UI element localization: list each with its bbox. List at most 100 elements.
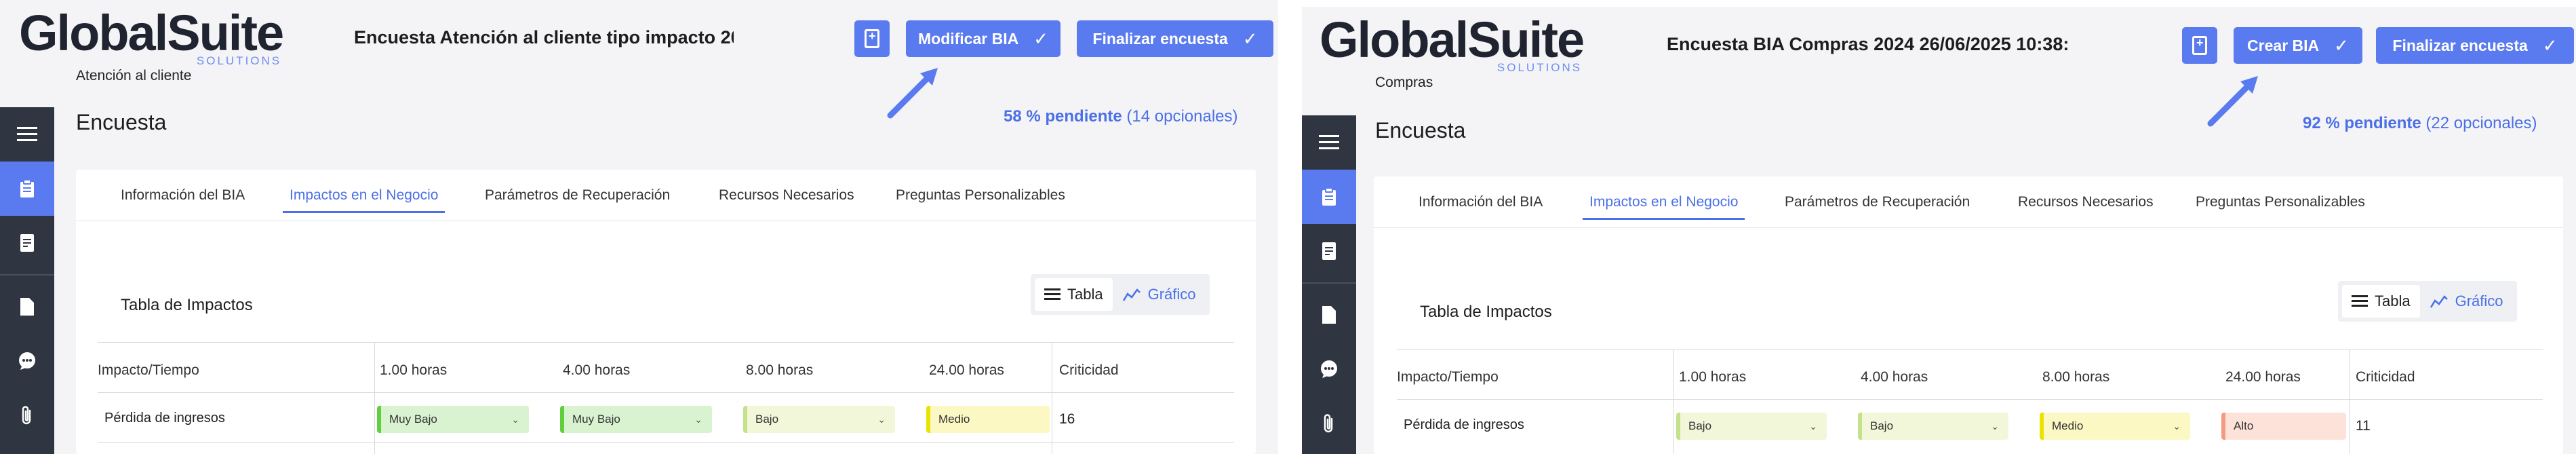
table-top-border — [98, 342, 1234, 343]
toggle-chart-button[interactable]: Gráfico — [2420, 285, 2513, 318]
export-document-button[interactable] — [2182, 27, 2217, 64]
sidebar — [0, 107, 54, 454]
impact-select-4h[interactable]: Muy Bajo ⌄ — [560, 406, 712, 433]
table-divider — [1673, 349, 1674, 454]
chevron-down-icon: ⌄ — [1991, 420, 1999, 432]
sidebar-item-attachments[interactable] — [0, 388, 54, 442]
impact-select-24h[interactable]: Medio — [926, 406, 1050, 433]
pending-percent: 58 % pendiente — [1004, 107, 1122, 126]
header-impact-time: Impacto/Tiempo — [1397, 369, 1499, 385]
export-document-button[interactable] — [854, 20, 890, 57]
tab-resources[interactable]: Recursos Necesarios — [2018, 194, 2154, 210]
impact-level: Bajo — [1688, 419, 1712, 432]
impact-select-8h[interactable]: Medio ⌄ — [2040, 413, 2190, 440]
hamburger-icon — [1319, 135, 1339, 149]
chat-icon — [19, 352, 35, 370]
modify-bia-label: Modificar BIA — [917, 29, 1019, 48]
annotation-arrow-icon — [887, 68, 938, 119]
globalsuite-logo[interactable]: GlobalSuite SOLUTIONS — [19, 5, 284, 68]
file-icon — [20, 298, 34, 316]
finalize-survey-button[interactable]: Finalizar encuesta ✓ — [1077, 20, 1273, 57]
clipboard-icon — [20, 179, 34, 197]
chevron-down-icon: ⌄ — [877, 413, 886, 425]
chevron-down-icon: ⌄ — [2173, 420, 2181, 432]
header-criticity: Criticidad — [1059, 362, 1119, 378]
line-chart-icon — [2430, 295, 2448, 308]
toggle-chart-button[interactable]: Gráfico — [1113, 278, 1206, 311]
sidebar-item-attachments[interactable] — [1302, 396, 1356, 451]
impact-select-1h[interactable]: Muy Bajo ⌄ — [377, 406, 529, 433]
header-criticity: Criticidad — [2356, 369, 2415, 385]
pending-optional: (22 opcionales) — [2425, 114, 2537, 132]
sidebar-menu-button[interactable] — [1302, 115, 1356, 170]
create-bia-label: Crear BIA — [2247, 36, 2320, 54]
impact-level: Bajo — [1870, 419, 1894, 432]
sidebar-item-reports[interactable] — [1302, 224, 1356, 278]
toggle-chart-label: Gráfico — [2455, 292, 2503, 309]
toggle-table-button[interactable]: Tabla — [2342, 285, 2420, 318]
toggle-chart-label: Gráfico — [1147, 286, 1196, 303]
toggle-table-label: Tabla — [2375, 292, 2411, 309]
survey-panel-atencion: GlobalSuite SOLUTIONS Atención al client… — [0, 0, 1278, 454]
sidebar-item-documents[interactable] — [0, 280, 54, 334]
create-bia-button[interactable]: Crear BIA ✓ — [2234, 27, 2362, 64]
impact-table-title: Tabla de Impactos — [121, 296, 253, 314]
impact-table: Impacto/Tiempo 1.00 horas 4.00 horas 8.0… — [98, 342, 1234, 454]
sidebar-item-comments[interactable] — [1302, 342, 1356, 396]
header-1h: 1.00 horas — [380, 362, 448, 378]
sidebar-item-documents[interactable] — [1302, 288, 1356, 342]
survey-panel-compras: GlobalSuite SOLUTIONS Compras Encuesta B… — [1302, 7, 2576, 454]
tab-bar: Información del BIA Impactos en el Negoc… — [76, 170, 1256, 221]
tab-recovery-params[interactable]: Parámetros de Recuperación — [1785, 194, 1970, 210]
logo-subtitle: SOLUTIONS — [1497, 61, 1583, 74]
header-4h: 4.00 horas — [1861, 369, 1928, 385]
tab-custom-questions[interactable]: Preguntas Personalizables — [2196, 194, 2365, 210]
finalize-survey-button[interactable]: Finalizar encuesta ✓ — [2376, 27, 2574, 64]
impact-level: Muy Bajo — [572, 413, 620, 425]
tab-recovery-params[interactable]: Parámetros de Recuperación — [485, 187, 670, 204]
sidebar-menu-button[interactable] — [0, 107, 54, 162]
list-icon — [2352, 295, 2368, 307]
header-impact-time: Impacto/Tiempo — [98, 362, 199, 378]
logo-text: GlobalSuite — [19, 5, 284, 61]
impact-select-4h[interactable]: Bajo ⌄ — [1858, 413, 2008, 440]
sidebar-item-survey[interactable] — [0, 162, 54, 216]
logo-subtitle: SOLUTIONS — [196, 54, 282, 67]
tab-custom-questions[interactable]: Preguntas Personalizables — [896, 187, 1065, 204]
table-divider — [374, 342, 375, 454]
check-icon: ✓ — [2542, 35, 2558, 56]
header-24h: 24.00 horas — [929, 362, 1004, 378]
finalize-survey-label: Finalizar encuesta — [1092, 29, 1228, 48]
globalsuite-logo[interactable]: GlobalSuite SOLUTIONS — [1320, 15, 1585, 75]
modify-bia-button[interactable]: Modificar BIA ✓ — [906, 20, 1061, 57]
file-icon — [1322, 306, 1336, 324]
criticity-value: 16 — [1059, 411, 1075, 427]
toggle-table-button[interactable]: Tabla — [1035, 278, 1113, 311]
sidebar-item-comments[interactable] — [0, 334, 54, 388]
impact-select-1h[interactable]: Bajo ⌄ — [1676, 413, 1827, 440]
impact-select-24h[interactable]: Alto — [2221, 413, 2346, 440]
document-add-icon — [865, 29, 879, 48]
tab-bia-info[interactable]: Información del BIA — [121, 187, 245, 204]
clipboard-icon — [1322, 187, 1336, 206]
view-toggle: Tabla Gráfico — [1031, 274, 1210, 315]
criticity-value: 11 — [2356, 418, 2371, 434]
sidebar-item-survey[interactable] — [1302, 170, 1356, 224]
header-1h: 1.00 horas — [1679, 369, 1747, 385]
table-divider — [2349, 349, 2350, 454]
tab-business-impacts[interactable]: Impactos en el Negocio — [282, 187, 445, 213]
impact-select-8h[interactable]: Bajo ⌄ — [743, 406, 895, 433]
tab-resources[interactable]: Recursos Necesarios — [719, 187, 854, 204]
check-icon: ✓ — [2334, 35, 2349, 56]
survey-title: Encuesta BIA Compras 2024 26/06/2025 10:… — [1667, 34, 2070, 54]
paperclip-icon — [1324, 414, 1333, 433]
tab-business-impacts[interactable]: Impactos en el Negocio — [1582, 194, 1745, 220]
report-icon — [20, 234, 34, 252]
impact-table: Impacto/Tiempo 1.00 horas 4.00 horas 8.0… — [1397, 349, 2543, 454]
sidebar-divider — [1302, 282, 1356, 284]
document-add-icon — [2192, 36, 2207, 55]
sidebar-item-reports[interactable] — [0, 216, 54, 270]
header-bottom-border — [1397, 399, 2543, 400]
tab-bia-info[interactable]: Información del BIA — [1419, 194, 1543, 210]
chevron-down-icon: ⌄ — [511, 413, 519, 425]
